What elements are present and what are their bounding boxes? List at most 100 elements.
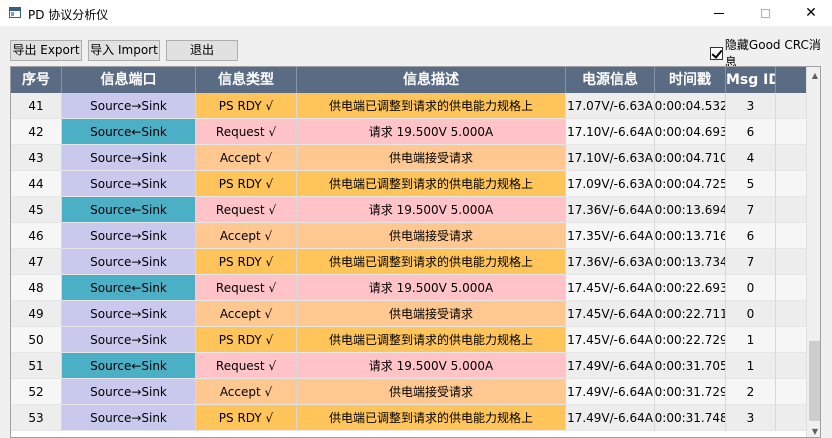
exit-button[interactable]: 退出 (166, 40, 238, 61)
title-bar[interactable]: PD 协议分析仪 ✕ (0, 0, 832, 26)
cell-type: Request √ (196, 197, 297, 223)
cell-extra (776, 145, 806, 171)
cell-extra (776, 223, 806, 249)
maximize-button[interactable] (742, 0, 788, 26)
minimize-icon (714, 12, 724, 14)
cell-timestamp: 00:00:22.693 (655, 275, 726, 301)
cell-port: Source→Sink (62, 145, 196, 171)
cell-timestamp: 00:00:13.734 (655, 249, 726, 275)
column-header-index[interactable]: 序号 (11, 67, 62, 93)
table-row[interactable]: 46 Source→Sink Accept √ 供电端接受请求 17.35V/-… (11, 223, 806, 249)
cell-extra (776, 93, 806, 119)
cell-power: 17.45V/-6.64A (566, 275, 655, 301)
cell-index: 49 (11, 301, 62, 327)
column-header-type[interactable]: 信息类型 (196, 67, 297, 93)
export-button[interactable]: 导出 Export (10, 40, 82, 61)
cell-description: 请求 19.500V 5.000A (297, 275, 566, 301)
cell-port: Source←Sink (62, 197, 196, 223)
cell-msg-id: 5 (726, 171, 776, 197)
table-row[interactable]: 43 Source→Sink Accept √ 供电端接受请求 17.10V/-… (11, 145, 806, 171)
cell-extra (776, 275, 806, 301)
column-header-port[interactable]: 信息端口 (62, 67, 196, 93)
cell-msg-id: 0 (726, 275, 776, 301)
cell-extra (776, 301, 806, 327)
cell-extra (776, 327, 806, 353)
import-button[interactable]: 导入 Import (88, 40, 160, 61)
cell-type: PS RDY √ (196, 327, 297, 353)
cell-extra (776, 379, 806, 405)
table-row[interactable]: 41 Source→Sink PS RDY √ 供电端已调整到请求的供电能力规格… (11, 93, 806, 119)
cell-type: Accept √ (196, 145, 297, 171)
scroll-down-arrow-icon[interactable]: ▼ (807, 423, 820, 437)
cell-timestamp: 00:00:04.710 (655, 145, 726, 171)
cell-description: 供电端接受请求 (297, 223, 566, 249)
table-row[interactable]: 42 Source←Sink Request √ 请求 19.500V 5.00… (11, 119, 806, 145)
cell-port: Source→Sink (62, 301, 196, 327)
column-header-extra[interactable] (776, 67, 806, 93)
table-row[interactable]: 45 Source←Sink Request √ 请求 19.500V 5.00… (11, 197, 806, 223)
cell-power: 17.49V/-6.64A (566, 405, 655, 431)
column-header-timestamp[interactable]: 时间戳 (655, 67, 726, 93)
table-row[interactable]: 51 Source←Sink Request √ 请求 19.500V 5.00… (11, 353, 806, 379)
cell-timestamp: 00:00:22.711 (655, 301, 726, 327)
cell-description: 请求 19.500V 5.000A (297, 197, 566, 223)
table-row[interactable]: 49 Source→Sink Accept √ 供电端接受请求 17.45V/-… (11, 301, 806, 327)
cell-power: 17.49V/-6.64A (566, 379, 655, 405)
cell-port: Source→Sink (62, 327, 196, 353)
cell-msg-id: 7 (726, 197, 776, 223)
cell-extra (776, 171, 806, 197)
table-row[interactable]: 50 Source→Sink PS RDY √ 供电端已调整到请求的供电能力规格… (11, 327, 806, 353)
cell-index: 41 (11, 93, 62, 119)
table-row[interactable]: 44 Source→Sink PS RDY √ 供电端已调整到请求的供电能力规格… (11, 171, 806, 197)
column-header-description[interactable]: 信息描述 (297, 67, 566, 93)
table-row[interactable]: 47 Source→Sink PS RDY √ 供电端已调整到请求的供电能力规格… (11, 249, 806, 275)
checkbox-checked-icon[interactable] (710, 46, 723, 60)
cell-timestamp: 00:00:13.694 (655, 197, 726, 223)
cell-index: 53 (11, 405, 62, 431)
table-row[interactable]: 53 Source→Sink PS RDY √ 供电端已调整到请求的供电能力规格… (11, 405, 806, 431)
cell-power: 17.07V/-6.63A (566, 93, 655, 119)
cell-power: 17.45V/-6.64A (566, 301, 655, 327)
cell-port: Source←Sink (62, 119, 196, 145)
table-row[interactable]: 48 Source←Sink Request √ 请求 19.500V 5.00… (11, 275, 806, 301)
scroll-up-arrow-icon[interactable]: ▲ (807, 67, 820, 83)
close-button[interactable]: ✕ (788, 0, 832, 26)
cell-index: 51 (11, 353, 62, 379)
close-icon: ✕ (805, 5, 817, 21)
cell-power: 17.36V/-6.64A (566, 197, 655, 223)
maximize-icon (760, 8, 770, 18)
cell-description: 供电端已调整到请求的供电能力规格上 (297, 93, 566, 119)
scrollbar-thumb[interactable] (809, 341, 820, 421)
cell-extra (776, 197, 806, 223)
window-title: PD 协议分析仪 (28, 8, 109, 22)
hide-good-crc-label: 隐藏Good CRC消息 (724, 38, 821, 69)
column-header-msg-id[interactable]: Msg ID (726, 67, 776, 93)
cell-description: 供电端已调整到请求的供电能力规格上 (297, 249, 566, 275)
cell-power: 17.35V/-6.64A (566, 223, 655, 249)
table-row[interactable]: 52 Source→Sink Accept √ 供电端接受请求 17.49V/-… (11, 379, 806, 405)
cell-timestamp: 00:00:04.725 (655, 171, 726, 197)
cell-index: 44 (11, 171, 62, 197)
minimize-button[interactable] (696, 0, 742, 26)
message-table: 序号 信息端口 信息类型 信息描述 电源信息 时间戳 Msg ID 41 Sou… (10, 66, 821, 438)
cell-description: 供电端已调整到请求的供电能力规格上 (297, 327, 566, 353)
cell-msg-id: 1 (726, 327, 776, 353)
cell-timestamp: 00:00:13.716 (655, 223, 726, 249)
hide-good-crc-checkbox[interactable]: 隐藏Good CRC消息 (710, 38, 832, 69)
cell-msg-id: 6 (726, 119, 776, 145)
column-header-power[interactable]: 电源信息 (566, 67, 655, 93)
cell-power: 17.09V/-6.63A (566, 171, 655, 197)
cell-index: 42 (11, 119, 62, 145)
cell-type: PS RDY √ (196, 405, 297, 431)
cell-port: Source→Sink (62, 405, 196, 431)
cell-type: Accept √ (196, 301, 297, 327)
table-body: 41 Source→Sink PS RDY √ 供电端已调整到请求的供电能力规格… (11, 93, 806, 431)
vertical-scrollbar[interactable]: ▲ ▼ (806, 67, 820, 437)
cell-index: 47 (11, 249, 62, 275)
cell-index: 43 (11, 145, 62, 171)
app-window-icon (9, 7, 21, 18)
cell-index: 48 (11, 275, 62, 301)
cell-type: PS RDY √ (196, 93, 297, 119)
cell-timestamp: 00:00:04.693 (655, 119, 726, 145)
cell-port: Source→Sink (62, 249, 196, 275)
